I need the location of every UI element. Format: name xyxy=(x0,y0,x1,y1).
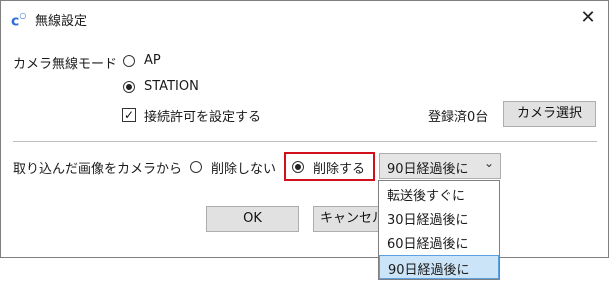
radio-ap-label[interactable]: AP xyxy=(144,53,161,68)
close-button[interactable]: ✕ xyxy=(573,3,603,33)
section-divider xyxy=(13,141,597,142)
dropdown-option[interactable]: 転送後すぐに xyxy=(379,182,499,206)
radio-station-label[interactable]: STATION xyxy=(144,79,199,94)
permission-checkbox-label[interactable]: 接続許可を設定する xyxy=(144,106,261,125)
dropdown-option[interactable]: 30日経過後に xyxy=(379,206,499,230)
dropdown-option[interactable]: 60日経過後に xyxy=(379,230,499,254)
select-camera-button[interactable]: カメラ選択 xyxy=(503,101,596,127)
delete-timing-select[interactable]: 90日経過後に ⌄ xyxy=(379,153,501,179)
cancel-button[interactable]: キャンセル xyxy=(313,206,383,232)
radio-no-delete-label[interactable]: 削除しない xyxy=(211,158,276,177)
radio-delete-label[interactable]: 削除する xyxy=(313,158,365,177)
radio-delete[interactable] xyxy=(292,161,304,173)
ok-button[interactable]: OK xyxy=(206,206,299,232)
radio-ap[interactable] xyxy=(123,55,135,67)
camera-connect-icon: c○ xyxy=(11,11,27,30)
delete-timing-dropdown: 転送後すぐに 30日経過後に 60日経過後に 90日経過後に xyxy=(378,180,500,280)
chevron-down-icon: ⌄ xyxy=(484,156,495,170)
mode-label: カメラ無線モード xyxy=(13,57,118,72)
delete-timing-value: 90日経過後に xyxy=(387,162,469,177)
wireless-settings-dialog: c○ 無線設定 ✕ カメラ無線モード AP STATION ✓ 接続許可を設定す… xyxy=(0,0,609,258)
title-bar: c○ 無線設定 ✕ xyxy=(1,1,608,35)
radio-station[interactable] xyxy=(123,81,135,93)
dropdown-option-selected[interactable]: 90日経過後に xyxy=(379,255,499,279)
registered-count: 登録済0台 xyxy=(428,110,489,125)
radio-no-delete[interactable] xyxy=(190,161,202,173)
permission-checkbox[interactable]: ✓ xyxy=(122,108,136,122)
import-label: 取り込んだ画像をカメラから xyxy=(13,162,183,177)
dialog-title: 無線設定 xyxy=(35,14,88,29)
